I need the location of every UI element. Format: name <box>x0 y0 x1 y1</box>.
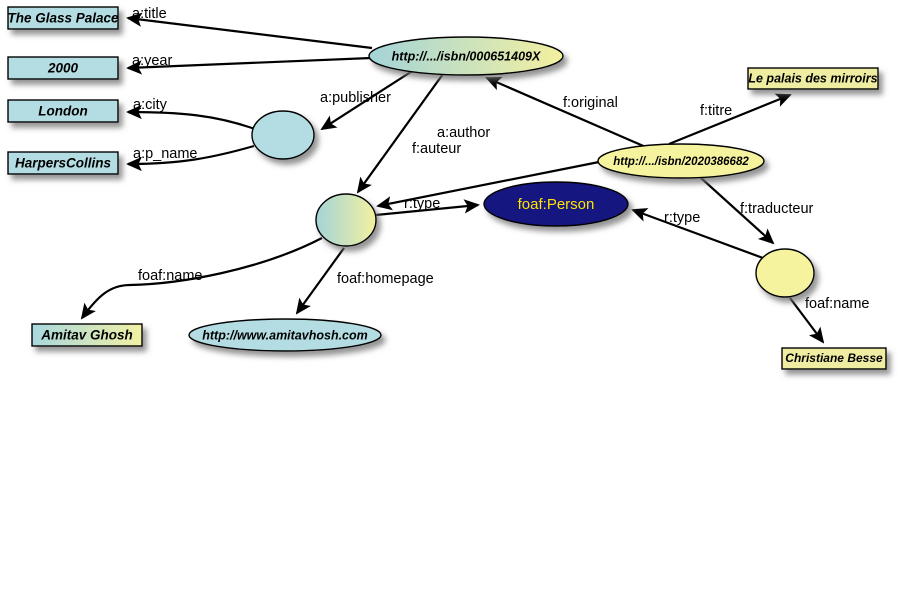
edge-a-pname: a:p_name <box>126 144 255 172</box>
edge-f-traducteur: f:traducteur <box>700 177 814 245</box>
resource-label-book-french: http://.../isbn/2020386682 <box>613 156 749 168</box>
edge-a-publisher: a:publisher <box>320 67 418 131</box>
edge-label-a-pname: a:p_name <box>133 146 198 162</box>
edge-f-titre: f:titre <box>668 93 792 146</box>
edge-line-f-original <box>485 76 649 150</box>
node-resource-author[interactable] <box>315 193 377 247</box>
literal-label-translator-name: Christiane Besse <box>785 351 883 365</box>
resource-label-homepage: http://www.amitavhosh.com <box>202 328 368 342</box>
edge-label-a-year: a:year <box>132 53 172 69</box>
diagram-canvas: a:title a:year a:city a:p_name a:publish… <box>7 6 887 370</box>
edge-a-title: a:title <box>126 6 373 50</box>
edge-a-city: a:city <box>126 97 256 131</box>
edge-r-type-author: r:type <box>375 196 480 217</box>
edge-foaf-name-translator: foaf:name <box>789 296 870 344</box>
resource-ellipse-shape <box>315 193 377 247</box>
edge-line-a-city <box>126 104 256 131</box>
literal-label-publisher-name: HarpersCollins <box>15 156 112 171</box>
edge-label-f-traducteur: f:traducteur <box>740 201 814 217</box>
node-resource-publisher[interactable] <box>251 110 315 160</box>
literal-label-french-title: Le palais des mirroirs <box>748 71 877 85</box>
resource-label-book-english: http://.../isbn/000651409X <box>392 49 541 63</box>
edge-label-f-titre: f:titre <box>700 103 732 119</box>
class-label-foaf-person: foaf:Person <box>518 196 595 213</box>
literal-label-city: London <box>38 104 87 119</box>
edge-label-r-type-translator: r:type <box>664 210 700 226</box>
edge-f-original: f:original <box>485 76 649 150</box>
edge-label-a-city: a:city <box>133 97 168 113</box>
edge-foaf-homepage: foaf:homepage <box>295 247 434 315</box>
edge-label-f-auteur: f:auteur <box>412 141 461 157</box>
resource-ellipse-shape <box>755 248 815 298</box>
edge-label-foaf-name-author: foaf:name <box>138 268 203 284</box>
edge-a-year: a:year <box>126 53 372 75</box>
literal-label-year: 2000 <box>47 61 79 76</box>
rdf-graph-diagram: a:title a:year a:city a:p_name a:publish… <box>0 0 900 601</box>
edge-foaf-name-author: foaf:name <box>80 237 323 320</box>
edge-label-a-publisher: a:publisher <box>320 90 391 106</box>
edge-label-a-author: a:author <box>437 125 490 141</box>
edge-label-a-title: a:title <box>132 6 167 22</box>
edge-label-foaf-name-translator: foaf:name <box>805 296 870 312</box>
literal-label-author-name: Amitav Ghosh <box>40 328 133 343</box>
edge-label-r-type-author: r:type <box>404 196 440 212</box>
edge-label-foaf-homepage: foaf:homepage <box>337 271 434 287</box>
resource-ellipse-shape <box>251 110 315 160</box>
literal-label-the-glass-palace: The Glass Palace <box>7 11 119 26</box>
edge-line-a-title <box>126 12 373 50</box>
edge-label-f-original: f:original <box>563 95 618 111</box>
node-resource-translator[interactable] <box>755 248 815 298</box>
